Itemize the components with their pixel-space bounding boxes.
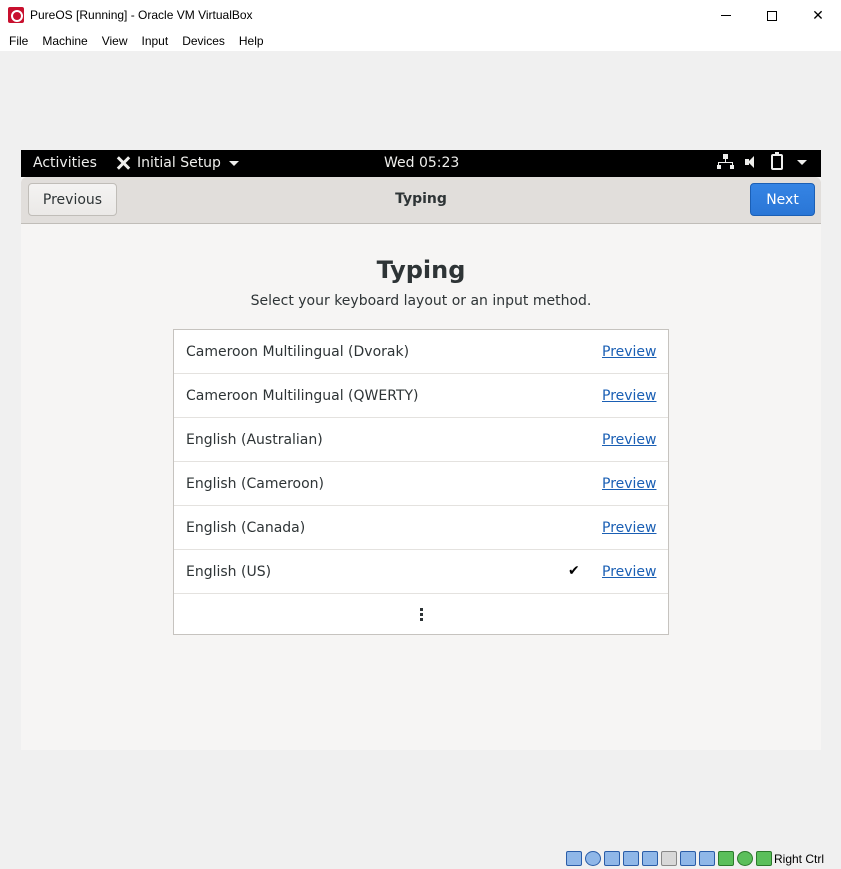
shared-folders-icon[interactable] (661, 851, 677, 866)
list-item[interactable]: Cameroon Multilingual (QWERTY) Preview (174, 374, 668, 418)
more-layouts-button[interactable] (174, 594, 668, 634)
keyboard-layout-list: Cameroon Multilingual (Dvorak) Preview C… (173, 329, 669, 635)
maximize-icon (767, 10, 777, 21)
layout-label: Cameroon Multilingual (Dvorak) (186, 344, 410, 360)
layout-label: English (Australian) (186, 432, 323, 448)
close-button[interactable]: ✕ (795, 0, 841, 31)
battery-icon (771, 152, 783, 170)
mouse-integration-icon[interactable] (718, 851, 734, 866)
layout-label: English (US) (186, 564, 272, 580)
window-titlebar: PureOS [Running] - Oracle VM VirtualBox … (0, 0, 841, 31)
headerbar: Previous Typing Next (21, 177, 821, 224)
window-title: PureOS [Running] - Oracle VM VirtualBox (30, 8, 253, 22)
virtualbox-app-icon (8, 7, 24, 23)
menu-view[interactable]: View (95, 31, 135, 51)
preview-link[interactable]: Preview (602, 520, 657, 536)
list-item[interactable]: English (US) ✔ Preview (174, 550, 668, 594)
list-item[interactable]: English (Cameroon) Preview (174, 462, 668, 506)
host-key-label: Right Ctrl (774, 852, 825, 866)
tools-icon (115, 155, 131, 171)
preview-link[interactable]: Preview (602, 432, 657, 448)
display-icon[interactable] (680, 851, 696, 866)
layout-label: English (Cameroon) (186, 476, 324, 492)
next-button[interactable]: Next (750, 183, 815, 216)
preview-link[interactable]: Preview (602, 476, 657, 492)
statusbar: Right Ctrl (0, 848, 841, 869)
page-subtitle: Select your keyboard layout or an input … (250, 293, 592, 309)
preview-link[interactable]: Preview (602, 564, 657, 580)
menu-help[interactable]: Help (232, 31, 271, 51)
keyboard-capture-icon[interactable] (737, 851, 753, 866)
menu-devices[interactable]: Devices (175, 31, 232, 51)
list-item[interactable]: English (Canada) Preview (174, 506, 668, 550)
menubar: File Machine View Input Devices Help (0, 31, 841, 51)
video-capture-icon[interactable] (699, 851, 715, 866)
hard-disk-icon[interactable] (566, 851, 582, 866)
app-menu-label: Initial Setup (137, 155, 221, 171)
usb-icon[interactable] (642, 851, 658, 866)
layout-label: English (Canada) (186, 520, 306, 536)
app-menu[interactable]: Initial Setup (115, 155, 239, 171)
header-title: Typing (395, 191, 447, 207)
activities-button[interactable]: Activities (33, 155, 97, 171)
optical-drive-icon[interactable] (585, 851, 601, 866)
maximize-button[interactable] (749, 0, 795, 31)
network-adapter-icon[interactable] (623, 851, 639, 866)
close-icon: ✕ (812, 7, 824, 23)
minimize-icon (721, 15, 731, 16)
volume-icon (745, 155, 759, 169)
host-key-icon[interactable] (756, 851, 772, 866)
list-item[interactable]: English (Australian) Preview (174, 418, 668, 462)
menu-machine[interactable]: Machine (35, 31, 94, 51)
device-status-icons (566, 851, 772, 866)
guest-screen: Activities Initial Setup Wed 05:23 Previ… (21, 150, 821, 750)
chevron-down-icon (797, 159, 807, 165)
more-options-icon (419, 607, 423, 621)
network-icon (717, 154, 734, 170)
layout-label: Cameroon Multilingual (QWERTY) (186, 388, 419, 404)
menu-input[interactable]: Input (135, 31, 176, 51)
minimize-button[interactable] (703, 0, 749, 31)
checkmark-icon: ✔ (568, 563, 580, 579)
page-title: Typing (376, 256, 466, 284)
preview-link[interactable]: Preview (602, 388, 657, 404)
clock[interactable]: Wed 05:23 (384, 155, 459, 171)
preview-link[interactable]: Preview (602, 344, 657, 360)
menu-file[interactable]: File (2, 31, 35, 51)
system-tray[interactable] (717, 152, 807, 170)
gnome-top-bar: Activities Initial Setup Wed 05:23 (21, 150, 821, 177)
chevron-down-icon (228, 160, 239, 166)
list-item[interactable]: Cameroon Multilingual (Dvorak) Preview (174, 330, 668, 374)
audio-icon[interactable] (604, 851, 620, 866)
